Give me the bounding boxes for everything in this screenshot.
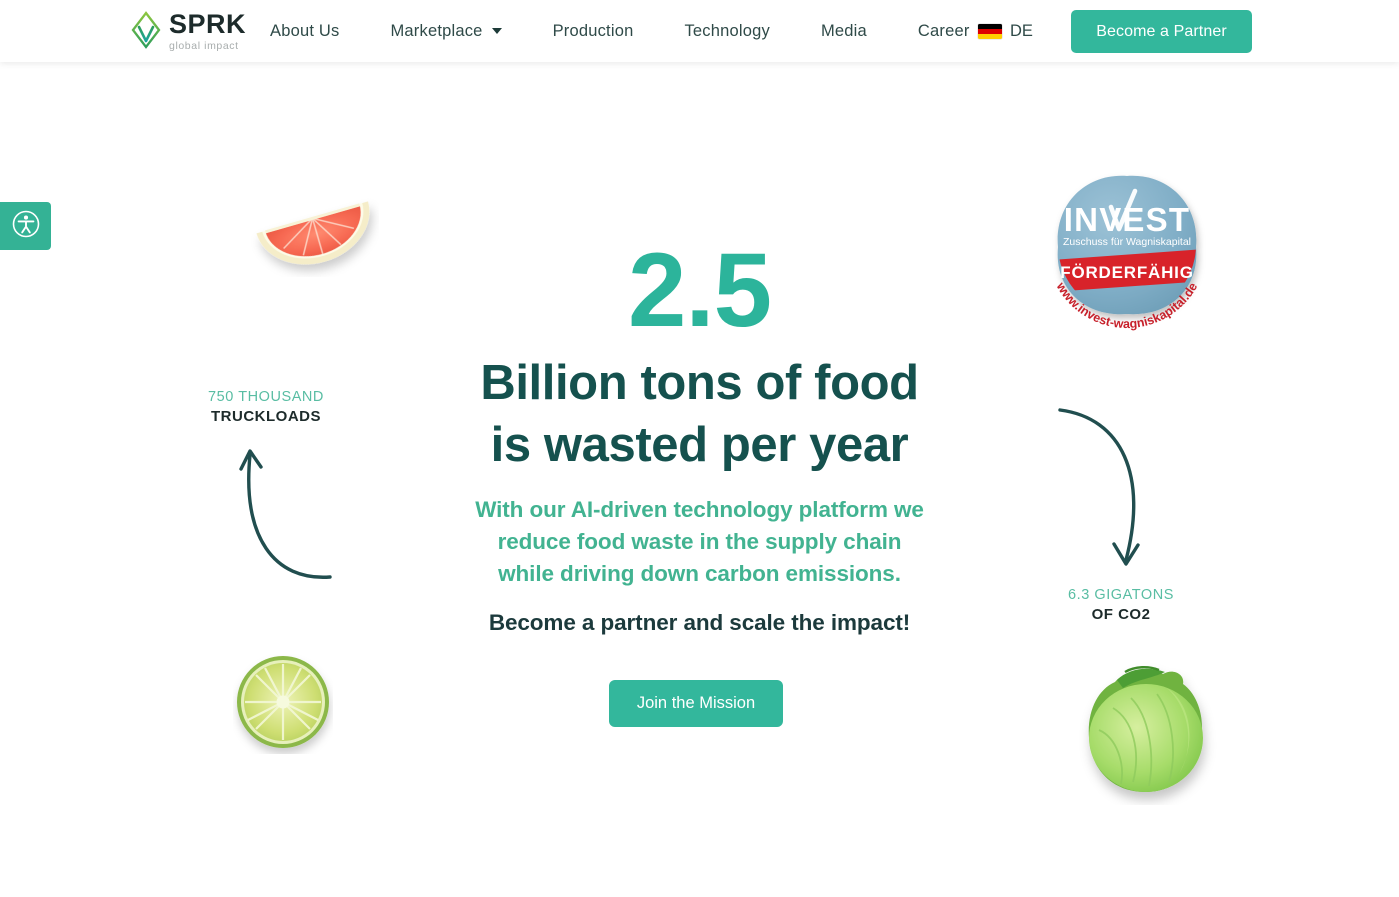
headline-line-2: is wasted per year [490, 417, 909, 472]
page-title: Billion tons of food is wasted per year [0, 353, 1399, 476]
cabbage-head-image [1073, 660, 1223, 810]
chevron-down-icon [491, 28, 502, 34]
main-navigation: About Us Marketplace Production Technolo… [270, 0, 1021, 62]
become-a-partner-button[interactable]: Become a Partner [1071, 10, 1252, 53]
nav-label: Media [820, 21, 867, 40]
nav-item-about-us[interactable]: About Us [270, 22, 339, 41]
hero-subtitle: With our AI-driven technology platform w… [0, 494, 1399, 590]
hero-tagline: Become a partner and scale the impact! [488, 610, 911, 635]
language-switcher[interactable]: DE [978, 0, 1033, 62]
site-header: SPRK global impact About Us Marketplace … [0, 0, 1399, 62]
subline-line-1: With our AI-driven technology platform w… [475, 497, 924, 522]
join-the-mission-button[interactable]: Join the Mission [609, 680, 783, 727]
nav-item-production[interactable]: Production [553, 22, 634, 41]
subline-line-3: while driving down carbon emissions. [498, 560, 901, 586]
subline-line-2: reduce food waste in the supply chain [497, 528, 902, 554]
logo[interactable]: SPRK global impact [131, 11, 246, 52]
nav-label: About Us [270, 21, 340, 40]
lime-slice-image [233, 654, 333, 759]
nav-item-marketplace[interactable]: Marketplace [390, 21, 502, 41]
nav-label: Career [917, 21, 970, 40]
accessibility-widget-button[interactable] [0, 202, 51, 250]
accessibility-icon [11, 209, 41, 244]
nav-item-media[interactable]: Media [821, 22, 867, 41]
nav-item-career[interactable]: Career [918, 22, 970, 41]
logo-wordmark: SPRK [169, 9, 247, 39]
germany-flag-icon [978, 23, 1002, 39]
nav-label: Technology [684, 21, 770, 40]
hero-section: 750 THOUSAND TRUCKLOADS INVEST Zuschuss … [0, 62, 1399, 897]
nav-label: Marketplace [390, 21, 483, 40]
logo-tagline: global impact [169, 40, 239, 52]
nav-item-technology[interactable]: Technology [684, 22, 769, 41]
sprk-leaf-logo-icon [131, 11, 161, 51]
headline-line-1: Billion tons of food [480, 356, 919, 410]
language-code: DE [1010, 21, 1033, 40]
big-statistic-number: 2.5 [628, 232, 772, 349]
nav-label: Production [552, 21, 634, 40]
